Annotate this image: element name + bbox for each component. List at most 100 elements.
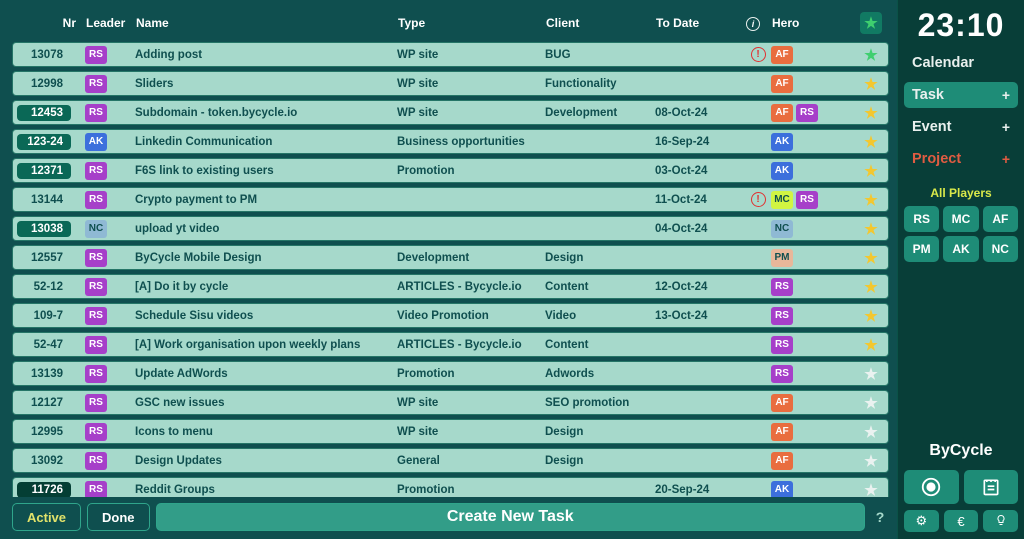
plus-icon[interactable]: + [1002,151,1010,167]
leader-badge[interactable]: RS [85,365,107,383]
hero-badge[interactable]: AK [771,162,793,180]
player-PM[interactable]: PM [904,236,939,262]
star-icon[interactable]: ★ [864,278,877,296]
star-icon[interactable]: ★ [864,452,877,470]
filter-active-button[interactable]: Active [12,503,81,531]
table-row[interactable]: 12127RSGSC new issuesWP siteSEO promotio… [12,390,889,415]
task-nr[interactable]: 11726 [17,482,71,498]
star-icon[interactable]: ★ [864,481,877,498]
hero-badge[interactable]: AF [771,46,793,64]
col-client[interactable]: Client [546,16,656,30]
star-icon[interactable]: ★ [864,249,877,267]
player-AK[interactable]: AK [943,236,978,262]
col-star[interactable]: ★ [860,12,882,34]
col-to-date[interactable]: To Date [656,16,746,30]
star-icon[interactable]: ★ [864,46,877,64]
table-row[interactable]: 11726RSReddit GroupsPromotion20-Sep-24AK… [12,477,889,497]
player-NC[interactable]: NC [983,236,1018,262]
col-name[interactable]: Name [136,16,398,30]
leader-badge[interactable]: RS [85,423,107,441]
star-icon[interactable]: ★ [864,133,877,151]
hero-badge[interactable]: AK [771,481,793,498]
leader-badge[interactable]: RS [85,191,107,209]
table-row[interactable]: 12557RSByCycle Mobile DesignDevelopmentD… [12,245,889,270]
nav-event[interactable]: Event+ [904,114,1018,140]
player-RS[interactable]: RS [904,206,939,232]
hero-badge[interactable]: PM [771,249,793,267]
hero-badge[interactable]: MC [771,191,793,209]
task-nr[interactable]: 13078 [17,47,71,63]
leader-badge[interactable]: AK [85,133,107,151]
player-AF[interactable]: AF [983,206,1018,232]
table-row[interactable]: 13078RSAdding postWP siteBUG!AF★ [12,42,889,67]
task-nr[interactable]: 52-12 [17,279,71,295]
star-icon[interactable]: ★ [864,75,877,93]
notes-icon[interactable] [964,470,1019,504]
task-nr[interactable]: 13139 [17,366,71,382]
player-MC[interactable]: MC [943,206,978,232]
leader-badge[interactable]: RS [85,75,107,93]
task-nr[interactable]: 12371 [17,163,71,179]
cycles-icon[interactable] [904,470,959,504]
col-leader[interactable]: Leader [86,16,136,30]
task-nr[interactable]: 109-7 [17,308,71,324]
nav-task[interactable]: Task+ [904,82,1018,108]
hero-badge[interactable]: AF [771,104,793,122]
leader-badge[interactable]: RS [85,452,107,470]
table-row[interactable]: 109-7RSSchedule Sisu videosVideo Promoti… [12,303,889,328]
task-nr[interactable]: 12995 [17,424,71,440]
star-icon[interactable]: ★ [864,365,877,383]
create-task-button[interactable]: Create New Task [156,503,865,531]
task-nr[interactable]: 13038 [17,221,71,237]
leader-badge[interactable]: RS [85,249,107,267]
leader-badge[interactable]: RS [85,162,107,180]
hero-badge[interactable]: RS [796,104,818,122]
plus-icon[interactable]: + [1002,87,1010,103]
help-button[interactable]: ? [871,503,889,531]
star-icon[interactable]: ★ [864,336,877,354]
hero-badge[interactable]: AF [771,452,793,470]
star-icon[interactable]: ★ [864,162,877,180]
hero-badge[interactable]: RS [771,307,793,325]
leader-badge[interactable]: RS [85,278,107,296]
star-icon[interactable]: ★ [864,394,877,412]
leader-badge[interactable]: RS [85,307,107,325]
hero-badge[interactable]: AF [771,394,793,412]
plus-icon[interactable]: + [1002,119,1010,135]
star-icon[interactable]: ★ [864,307,877,325]
table-row[interactable]: 13092RSDesign UpdatesGeneralDesignAF★ [12,448,889,473]
hero-badge[interactable]: NC [771,220,793,238]
leader-badge[interactable]: RS [85,46,107,64]
table-row[interactable]: 13038NCupload yt video04-Oct-24NC★ [12,216,889,241]
task-nr[interactable]: 12453 [17,105,71,121]
leader-badge[interactable]: RS [85,394,107,412]
leader-badge[interactable]: RS [85,104,107,122]
nav-calendar[interactable]: Calendar [904,50,1018,76]
leader-badge[interactable]: RS [85,481,107,498]
table-row[interactable]: 12998RSSlidersWP siteFunctionalityAF★ [12,71,889,96]
hero-badge[interactable]: RS [796,191,818,209]
star-icon[interactable]: ★ [864,423,877,441]
table-row[interactable]: 12995RSIcons to menuWP siteDesignAF★ [12,419,889,444]
col-hero[interactable]: Hero [772,16,860,30]
task-nr[interactable]: 52-47 [17,337,71,353]
hero-badge[interactable]: RS [771,278,793,296]
star-icon[interactable]: ★ [864,220,877,238]
task-nr[interactable]: 12998 [17,76,71,92]
task-nr[interactable]: 13144 [17,192,71,208]
leader-badge[interactable]: NC [85,220,107,238]
task-nr[interactable]: 13092 [17,453,71,469]
hero-badge[interactable]: AK [771,133,793,151]
table-row[interactable]: 13139RSUpdate AdWordsPromotionAdwordsRS★ [12,361,889,386]
table-row[interactable]: 12453RSSubdomain - token.bycycle.ioWP si… [12,100,889,125]
leader-badge[interactable]: RS [85,336,107,354]
table-row[interactable]: 13144RSCrypto payment to PM11-Oct-24!MCR… [12,187,889,212]
col-info[interactable]: i [746,16,772,31]
nav-project[interactable]: Project+ [904,146,1018,172]
star-icon[interactable]: ★ [864,104,877,122]
table-row[interactable]: 52-12RS[A] Do it by cycleARTICLES - Bycy… [12,274,889,299]
table-row[interactable]: 52-47RS[A] Work organisation upon weekly… [12,332,889,357]
currency-button[interactable]: € [944,510,979,532]
hero-badge[interactable]: AF [771,423,793,441]
hero-badge[interactable]: RS [771,365,793,383]
